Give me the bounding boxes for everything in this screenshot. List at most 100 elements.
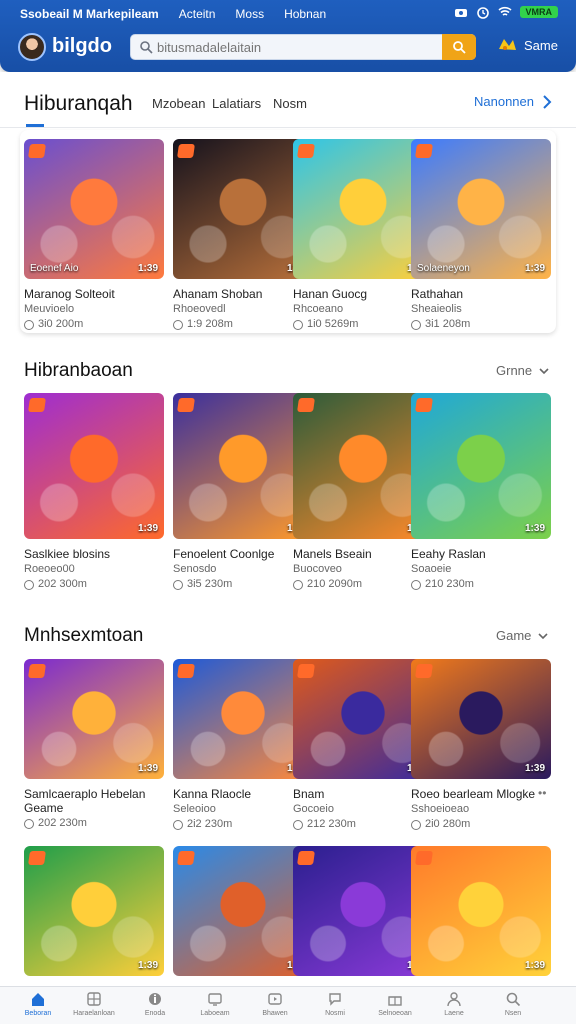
thumbnail-art xyxy=(411,139,551,279)
tile-meta: 202 230m xyxy=(24,817,164,830)
nav-label: Haraelanloan xyxy=(73,1010,115,1017)
tile-title[interactable]: Ahanam Shoban xyxy=(173,287,313,301)
tile-title[interactable]: Samlcaeraplo Hebelan Geame xyxy=(24,787,164,815)
page-title[interactable]: Hiburanqah xyxy=(24,92,133,116)
lion-jungle-icon[interactable]: 1:39 xyxy=(24,846,164,976)
clock-icon xyxy=(24,319,34,330)
clock-icon xyxy=(411,319,421,330)
game-tile[interactable]: 1:39 xyxy=(24,846,164,976)
nav-item-laboeam[interactable]: Laboeam xyxy=(185,991,245,1017)
tile-title[interactable]: Rathahan xyxy=(411,287,551,301)
game-tile[interactable]: 1:39 Kanna Rlaocle Seleoioo 2i2 230m xyxy=(173,659,313,831)
cartoon-family-icon[interactable]: Eoenef Aio 1:39 xyxy=(24,139,164,279)
animal-band-icon[interactable]: 1:39 xyxy=(173,393,313,539)
tile-label: Eoenef Aio xyxy=(30,263,79,274)
status-text-2: Acteitn xyxy=(178,7,216,21)
tile-title[interactable]: Saslkiee blosins xyxy=(24,547,164,561)
game-tile[interactable]: Solaeneyon 1:39 Rathahan Sheaieolis 3i1 208m xyxy=(411,139,551,331)
app-brand[interactable]: bilgdo xyxy=(52,35,112,58)
game-tile[interactable]: 13:3 Ahanam Shoban Rhoeovedl 1:9 208m xyxy=(173,139,313,331)
game-tile[interactable]: 1:39 Fenoelent Coonlge Senosdo 3i5 230m xyxy=(173,393,313,591)
home-icon xyxy=(32,993,44,1006)
grid-icon xyxy=(87,992,101,1006)
bear-dj-icon[interactable]: 1:39 xyxy=(24,393,164,539)
heroes-icon[interactable]: 1:39 xyxy=(411,659,551,779)
hot-badge xyxy=(28,664,46,678)
nav-label: Nosmi xyxy=(325,1010,345,1017)
tile-title[interactable]: Eeahy Raslan xyxy=(411,547,551,561)
info-icon xyxy=(149,993,161,1005)
clock-icon xyxy=(411,819,421,830)
tab-1[interactable]: Mzobean xyxy=(152,96,205,111)
tab-3[interactable]: Nosm xyxy=(273,96,307,111)
tile-meta-text: 2i0 280m xyxy=(425,818,471,830)
clock-icon xyxy=(173,819,183,830)
bear-kid-icon[interactable]: Solaeneyon 1:39 xyxy=(411,139,551,279)
status-text-4: Hobnan xyxy=(284,7,327,21)
nav-item-selnoeoan[interactable]: Selnoeoan xyxy=(365,991,425,1017)
tab-2[interactable]: Lalatiars xyxy=(212,96,261,111)
tile-meta-text: 1i0 5269m xyxy=(307,318,359,330)
nav-item-nosmi[interactable]: Nosmi xyxy=(305,991,365,1017)
bottom-nav: Beboran Haraelanloan Enoda Laboeam Bhawen Nos… xyxy=(0,986,576,1024)
tile-meta-text: 3i5 230m xyxy=(187,578,233,590)
game-tile[interactable]: 1:39 Roeo bearleam Mlogke Sshoeioeao 2i0 28… xyxy=(411,659,551,831)
tile-meta-text: 202 230m xyxy=(38,817,87,829)
tile-duration: 1:39 xyxy=(137,960,158,971)
hot-badge xyxy=(415,664,433,678)
hot-badge xyxy=(415,851,433,865)
tile-title[interactable]: Roeo bearleam Mlogke xyxy=(411,787,551,801)
video-icon xyxy=(268,993,282,1005)
chevron-down-icon xyxy=(539,367,549,374)
game-tile[interactable]: 1:39 Saslkiee blosins Roeoeo00 202 300m xyxy=(24,393,164,591)
game-button-label: Same xyxy=(524,37,558,53)
tv-icon xyxy=(208,993,222,1006)
tile-title[interactable]: Fenoelent Coonlge xyxy=(173,547,313,561)
hot-badge xyxy=(28,851,46,865)
game-tile[interactable]: 1:39 xyxy=(173,846,313,976)
section-more-3[interactable]: Game xyxy=(496,628,549,643)
nav-item-laene[interactable]: Laene xyxy=(424,991,484,1017)
game-tile[interactable]: 1:39 Samlcaeraplo Hebelan Geame 202 230m xyxy=(24,659,164,830)
thumbnail-art xyxy=(24,139,164,279)
hot-badge xyxy=(28,144,46,158)
hot-badge xyxy=(415,144,433,158)
game-tile[interactable]: 1:39 Eeahy Raslan Soaoeie 210 230m xyxy=(411,393,551,591)
section-more-label-3: Game xyxy=(496,628,532,643)
avatar[interactable] xyxy=(18,33,46,61)
hot-badge xyxy=(297,398,315,412)
tile-label: Solaeneyon xyxy=(417,263,470,274)
hot-badge xyxy=(28,398,46,412)
nav-item-enoda[interactable]: Enoda xyxy=(125,991,185,1017)
tile-title[interactable]: Maranog Solteoit xyxy=(24,287,164,301)
chevron-down-icon xyxy=(538,632,548,639)
section-more-2[interactable]: Grnne xyxy=(496,363,550,378)
search-input[interactable] xyxy=(157,38,437,56)
search-icon xyxy=(506,992,521,1007)
guitar-frog-icon[interactable]: 1:39 xyxy=(173,659,313,779)
chevron-right-icon[interactable] xyxy=(541,94,553,110)
kids-friends-icon[interactable]: 1:39 xyxy=(411,393,551,539)
tile-title[interactable]: Kanna Rlaocle xyxy=(173,787,313,801)
game-tile[interactable]: 1:39 xyxy=(411,846,551,976)
wifi-icon xyxy=(497,6,512,16)
hot-badge xyxy=(297,664,315,678)
nav-item-haraelanloan[interactable]: Haraelanloan xyxy=(64,991,124,1017)
nav-item-beboran[interactable]: Beboran xyxy=(8,991,68,1017)
search-bar[interactable] xyxy=(130,34,476,60)
game-button[interactable]: Same xyxy=(496,36,558,54)
lion-party-icon[interactable]: 1:39 xyxy=(24,659,164,779)
tile-subtitle: Rhoeovedl xyxy=(173,303,226,315)
nav-item-nsen[interactable]: Nsen xyxy=(483,991,543,1017)
clock-icon xyxy=(293,579,303,590)
tile-duration: 1:39 xyxy=(524,263,545,274)
boy-adventure-icon[interactable]: 1:39 xyxy=(173,846,313,976)
girl-puzzle-icon[interactable]: 1:39 xyxy=(411,846,551,976)
bear-phone-icon[interactable]: 13:3 xyxy=(173,139,313,279)
search-button[interactable] xyxy=(442,34,476,60)
clock-icon xyxy=(24,579,34,590)
tile-duration: 1:39 xyxy=(524,763,545,774)
nav-item-bhawen[interactable]: Bhawen xyxy=(245,991,305,1017)
game-tile[interactable]: Eoenef Aio 1:39 Maranog Solteoit Meuvioelo 3… xyxy=(24,139,164,331)
manage-link[interactable]: Nanonnen xyxy=(474,94,534,109)
